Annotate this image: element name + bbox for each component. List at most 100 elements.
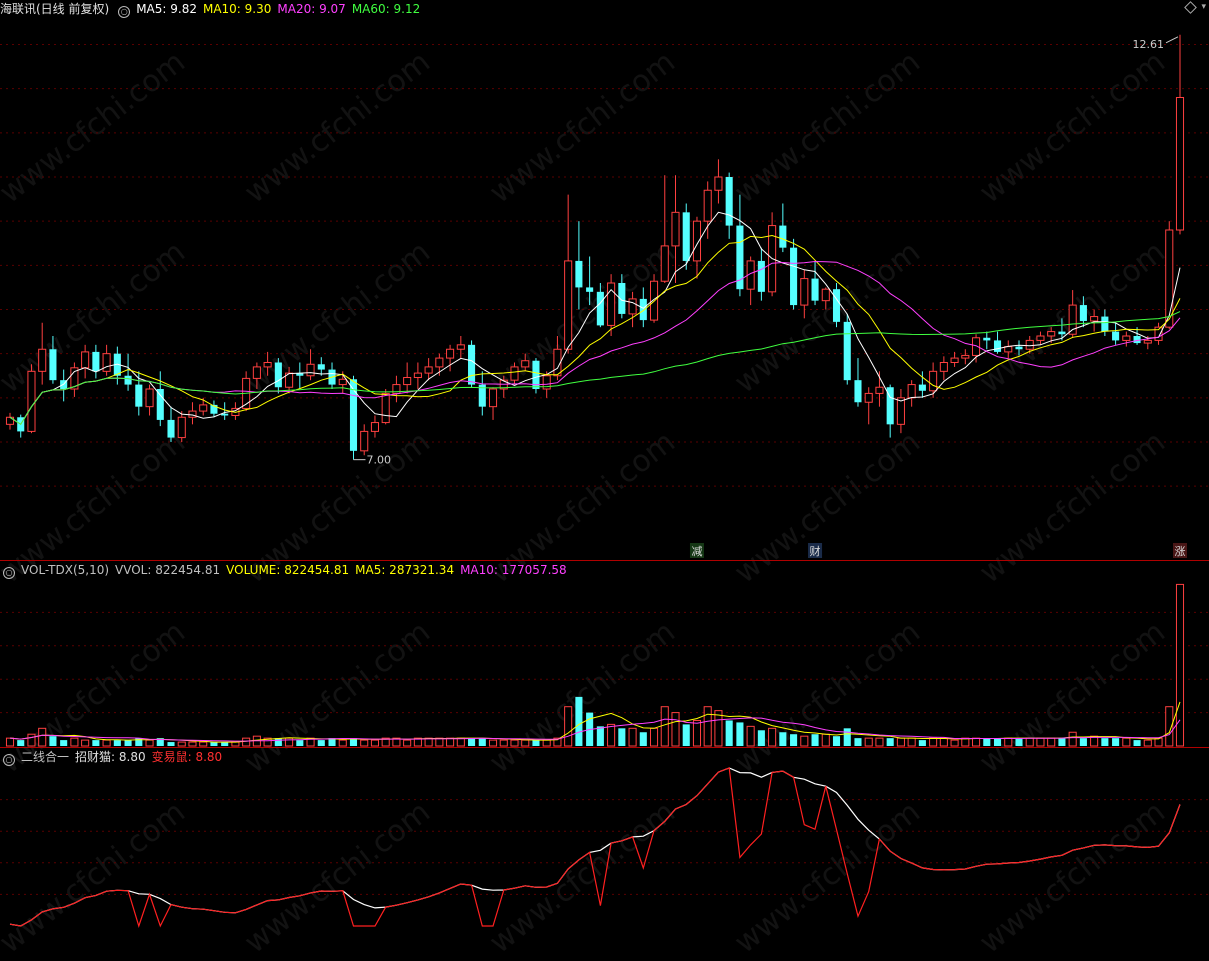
candle-down [124,375,132,385]
volume-bar-up [671,712,680,747]
candle-up [1122,335,1131,341]
volume-bar-down [993,738,1002,746]
candle-down [779,225,787,248]
volume-bar-down [779,732,787,746]
low-price-label: 7.00 [366,454,391,467]
volume-bar-down [596,726,604,746]
candle-up [488,388,498,408]
price-panel-header: 海联讯(日线 前复权) ○ MA5: 9.82 MA10: 9.30 MA20: 9.0… [0,0,426,18]
candle-up [896,397,905,425]
event-marker-2: 财 [810,544,821,558]
volume-bar-down [682,724,690,746]
candle-up [81,351,90,369]
candle-down [1101,316,1109,332]
volume-bar-up [939,737,948,747]
candle-down [135,384,143,407]
event-marker-3: 涨 [1175,545,1186,558]
candle-up [1143,339,1152,344]
candle-up [38,348,47,372]
volume-bar-up [821,733,830,747]
settings-icon[interactable]: ○ [118,6,131,18]
high-pointer [1165,36,1179,44]
volume-bar-up [649,727,659,747]
candle-up [875,386,884,394]
volume-bar-up [102,739,111,747]
candle-up [435,357,444,368]
volume-bar-down [124,740,132,746]
signal-line1-label: 招财猫: 8.80 [75,750,146,764]
volume-bar-down [811,734,819,746]
volume-bar-up [188,741,197,747]
candle-up [800,278,809,306]
volume-bar-up [510,739,519,747]
candle-up [252,366,261,379]
volume-chart [0,583,1209,747]
volume-bar-down [17,740,25,746]
signal-chart [0,767,1209,928]
volume-bar-up [177,741,186,747]
volume-settings-icon[interactable]: ○ [3,567,15,579]
volume-bar-down [1058,738,1066,746]
candle-up [370,422,379,432]
signal-panel-header: ○ 二线合一 招财猫: 8.80 变易鼠: 8.80 [0,748,228,766]
candle-down [1015,346,1023,350]
candle-down [993,340,1002,352]
volume-bar-up [360,739,369,747]
signal-settings-icon[interactable]: ○ [3,754,15,766]
volume-bar-up [199,741,208,747]
volume-bar-down [918,740,926,746]
volume-bar-down [478,738,486,746]
candle-down [468,344,476,385]
volume-bar-down [1015,738,1023,746]
candle-down [983,337,991,341]
vvol-label: VVOL: 822454.81 [115,563,221,577]
candle-up [188,410,197,418]
volume-bar-up [564,706,573,747]
candle-up [456,344,465,350]
volume-bar-up [38,727,47,747]
volume-bar-down [843,728,851,746]
volume-bar-up [864,737,873,747]
volume-bar-up [542,739,551,747]
volume-bar-up [768,727,777,747]
candle-down [725,177,733,226]
candle-up [338,378,347,386]
volume-label: VOLUME: 822454.81 [226,563,350,577]
volume-bar-down [618,728,626,746]
signal-line2-label: 变易鼠: 8.80 [151,750,223,764]
volume-bar-up [1122,737,1131,747]
volume-bar-down [575,696,583,746]
volume-bar-up [1068,731,1077,747]
candle-down [682,212,690,261]
candle-down [596,291,604,326]
volume-bar-up [456,737,465,747]
volume-bar-down [832,736,841,746]
volume-bar-down [983,738,991,746]
volume-bar-up [488,739,498,747]
chart-menu-icon[interactable]: ▾ [1201,2,1206,12]
stock-title: 海联讯(日线 前复权) [0,2,110,16]
candle-up [263,362,272,368]
volume-bar-down [736,722,744,746]
volume-bar-up [446,737,455,747]
volume-bar-up [81,739,90,747]
volume-bar-up [896,737,905,747]
volume-bar-up [660,706,669,747]
signal-line-white [9,767,1181,927]
candle-down [274,362,282,388]
volume-bar-down [1112,738,1120,746]
candle-down [1058,331,1066,335]
volume-bar-up [907,737,916,747]
volume-bar-up [929,737,938,747]
price-panel: 12.61 7.00 减 财 涨 海联讯(日线 前复权) ○ MA5: 9.82 MA10: … [0,0,1209,560]
candle-up [907,384,916,399]
candle-down [586,287,594,292]
volume-bar-down [296,740,304,746]
candle-down [811,278,819,301]
volume-bar-up [746,725,755,747]
volume-bar-up [800,735,809,747]
volume-bar-up [703,706,712,747]
volume-bar-up [1025,737,1034,747]
volume-bar-down [639,732,647,746]
candle-down [317,364,325,370]
